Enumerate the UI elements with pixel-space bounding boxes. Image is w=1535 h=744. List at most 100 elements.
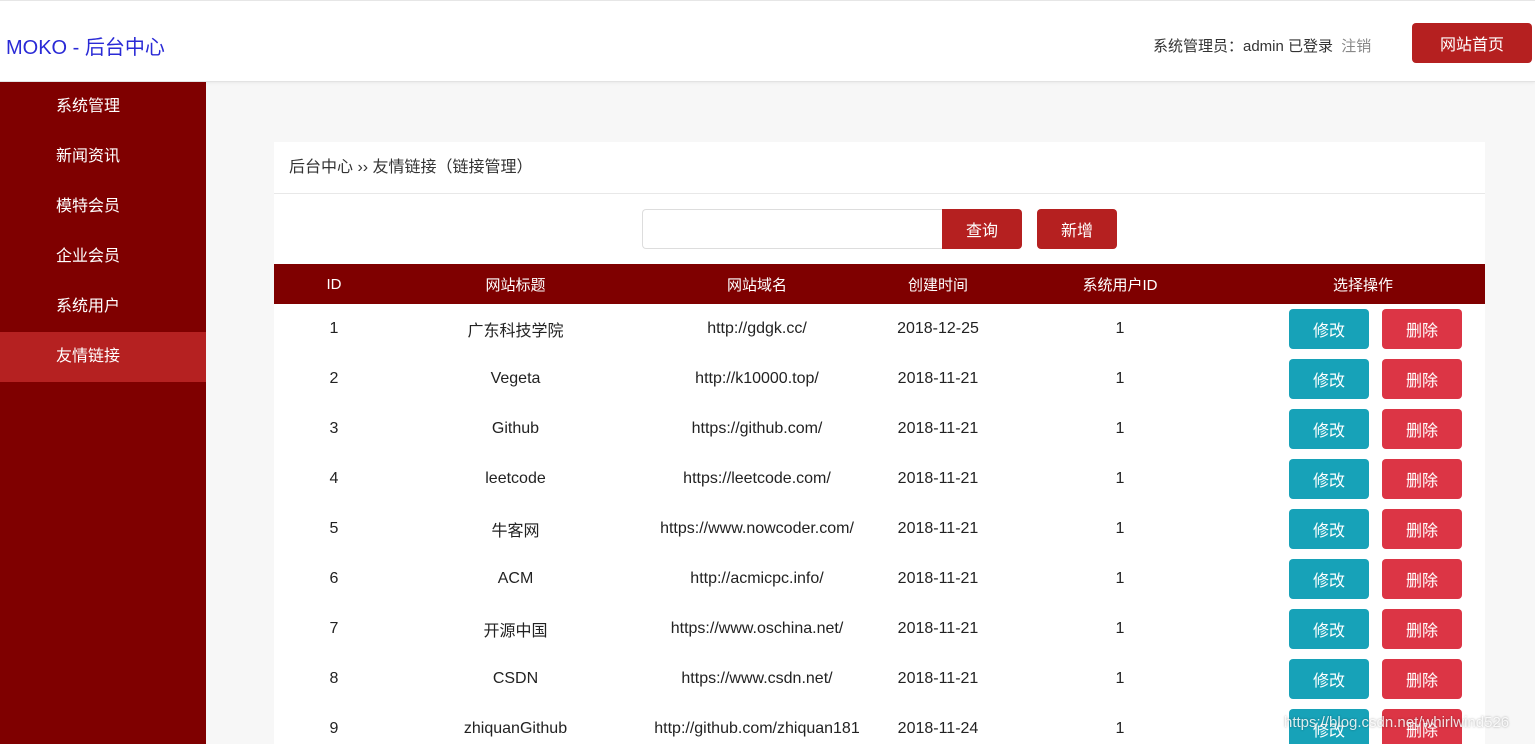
cell-title: Vegeta (490, 370, 541, 387)
cell-user-id: 1 (1115, 570, 1125, 587)
cell-domain: http://github.com/zhiquan181 (654, 720, 860, 737)
cell-actions: 修改 删除 (1241, 404, 1485, 454)
site-home-button[interactable]: 网站首页 (1412, 23, 1532, 63)
cell-created: 2018-11-21 (897, 420, 979, 437)
cell-user-id: 1 (1115, 420, 1125, 437)
cell-actions: 修改 删除 (1241, 604, 1485, 654)
sidebar-nav: 系统管理 新闻资讯 模特会员 企业会员 系统用户 友情链接 (0, 82, 206, 744)
cell-title: ACM (497, 570, 534, 587)
sidebar-item-news[interactable]: 新闻资讯 (0, 132, 206, 182)
edit-button[interactable]: 修改 (1289, 609, 1369, 649)
delete-button[interactable]: 删除 (1382, 409, 1462, 449)
cell-id: 5 (329, 520, 339, 537)
cell-created: 2018-11-21 (897, 670, 979, 687)
links-table: ID 网站标题 网站域名 创建时间 系统用户ID 选择操作 1 广东科技学院 htt… (274, 264, 1485, 744)
cell-created: 2018-11-24 (897, 720, 979, 737)
user-status-text: 系统管理员：admin 已登录 (1153, 38, 1334, 55)
cell-user-id: 1 (1115, 470, 1125, 487)
cell-actions: 修改 删除 (1241, 504, 1485, 554)
table-row: 8 CSDN https://www.csdn.net/2018-11-21 1 修改删… (274, 654, 1485, 704)
cell-created: 2018-11-21 (897, 470, 979, 487)
cell-created: 2018-11-21 (897, 570, 979, 587)
cell-domain: http://k10000.top/ (695, 370, 819, 387)
delete-button[interactable]: 删除 (1382, 709, 1462, 744)
edit-button[interactable]: 修改 (1289, 509, 1369, 549)
row-actions: 修改 删除 (1241, 309, 1485, 349)
cell-domain: https://github.com/ (691, 420, 823, 437)
table-row: 2 Vegeta http://k10000.top/2018-11-21 1 修改 删除 (274, 354, 1485, 404)
user-status: 系统管理员：admin 已登录 注销 (1153, 35, 1371, 56)
cell-id: 4 (329, 470, 339, 487)
edit-button[interactable]: 修改 (1289, 309, 1369, 349)
content-panel: 后台中心 ›› 友情链接（链接管理） 查询 新增 ID 网站标题 网站域名 创建… (274, 142, 1485, 744)
table-row: 5 牛客网 https://www.nowcoder.com/2018-11-21 1… (274, 504, 1485, 554)
delete-button[interactable]: 删除 (1382, 309, 1462, 349)
table-row: 9 zhiquanGithub http://github.com/zhiquan1… (274, 704, 1485, 744)
brand-title: MOKO - 后台中心 (6, 37, 165, 59)
sidebar-item-model-members[interactable]: 模特会员 (0, 182, 206, 232)
row-actions: 修改 删除 (1241, 709, 1485, 744)
top-header: MOKO - 后台中心 系统管理员：admin 已登录 注销 网站首页 (0, 0, 1535, 82)
delete-button[interactable]: 删除 (1382, 609, 1462, 649)
column-header-actions: 选择操作 (1332, 276, 1393, 294)
delete-button[interactable]: 删除 (1382, 659, 1462, 699)
cell-user-id: 1 (1115, 670, 1125, 687)
table-row: 1 广东科技学院 http://gdgk.cc/2018-12-25 1 修改 删除 (274, 304, 1485, 354)
table-row: 6 ACM http://acmicpc.info/2018-11-21 1 修改 删除 (274, 554, 1485, 604)
cell-domain: https://www.oschina.net/ (670, 620, 844, 637)
cell-actions: 修改 删除 (1241, 354, 1485, 404)
search-button[interactable]: 查询 (942, 209, 1022, 249)
column-header-created: 创建时间 (907, 276, 968, 294)
cell-title: CSDN (492, 670, 539, 687)
cell-created: 2018-12-25 (897, 320, 979, 337)
row-actions: 修改 删除 (1241, 609, 1485, 649)
delete-button[interactable]: 删除 (1382, 559, 1462, 599)
cell-actions: 修改 删除 (1241, 704, 1485, 744)
cell-domain: https://www.csdn.net/ (681, 670, 833, 687)
row-actions: 修改 删除 (1241, 659, 1485, 699)
edit-button[interactable]: 修改 (1289, 459, 1369, 499)
logout-link[interactable]: 注销 (1341, 38, 1371, 55)
cell-title: leetcode (485, 470, 546, 487)
cell-user-id: 1 (1115, 620, 1125, 637)
add-link-button[interactable]: 新增 (1037, 209, 1117, 249)
edit-button[interactable]: 修改 (1289, 709, 1369, 744)
delete-button[interactable]: 删除 (1382, 359, 1462, 399)
column-header-domain: 网站域名 (726, 276, 787, 294)
cell-domain: http://acmicpc.info/ (690, 570, 824, 587)
cell-actions: 修改 删除 (1241, 454, 1485, 504)
search-input[interactable] (642, 209, 942, 249)
sidebar-item-friend-links[interactable]: 友情链接 (0, 332, 206, 382)
cell-id: 3 (329, 420, 339, 437)
cell-title: Github (491, 420, 540, 437)
cell-actions: 修改 删除 (1241, 304, 1485, 354)
edit-button[interactable]: 修改 (1289, 409, 1369, 449)
row-actions: 修改 删除 (1241, 409, 1485, 449)
cell-created: 2018-11-21 (897, 620, 979, 637)
cell-title: 广东科技学院 (467, 323, 564, 340)
cell-created: 2018-11-21 (897, 520, 979, 537)
edit-button[interactable]: 修改 (1289, 559, 1369, 599)
delete-button[interactable]: 删除 (1382, 459, 1462, 499)
row-actions: 修改 删除 (1241, 509, 1485, 549)
cell-id: 8 (329, 670, 339, 687)
sidebar-item-system-users[interactable]: 系统用户 (0, 282, 206, 332)
sidebar-item-enterprise-members[interactable]: 企业会员 (0, 232, 206, 282)
delete-button[interactable]: 删除 (1382, 509, 1462, 549)
cell-title: 开源中国 (483, 623, 548, 640)
cell-domain: https://www.nowcoder.com/ (660, 520, 854, 537)
cell-domain: https://leetcode.com/ (683, 470, 831, 487)
edit-button[interactable]: 修改 (1289, 659, 1369, 699)
table-row: 4 leetcode https://leetcode.com/2018-11-21… (274, 454, 1485, 504)
row-actions: 修改 删除 (1241, 459, 1485, 499)
edit-button[interactable]: 修改 (1289, 359, 1369, 399)
row-actions: 修改 删除 (1241, 359, 1485, 399)
cell-actions: 修改 删除 (1241, 654, 1485, 704)
cell-user-id: 1 (1115, 320, 1125, 337)
cell-title: zhiquanGithub (463, 720, 568, 737)
cell-user-id: 1 (1115, 720, 1125, 737)
cell-user-id: 1 (1115, 370, 1125, 387)
cell-id: 6 (329, 570, 339, 587)
sidebar-item-system-management[interactable]: 系统管理 (0, 82, 206, 132)
search-bar: 查询 新增 (642, 209, 1117, 249)
